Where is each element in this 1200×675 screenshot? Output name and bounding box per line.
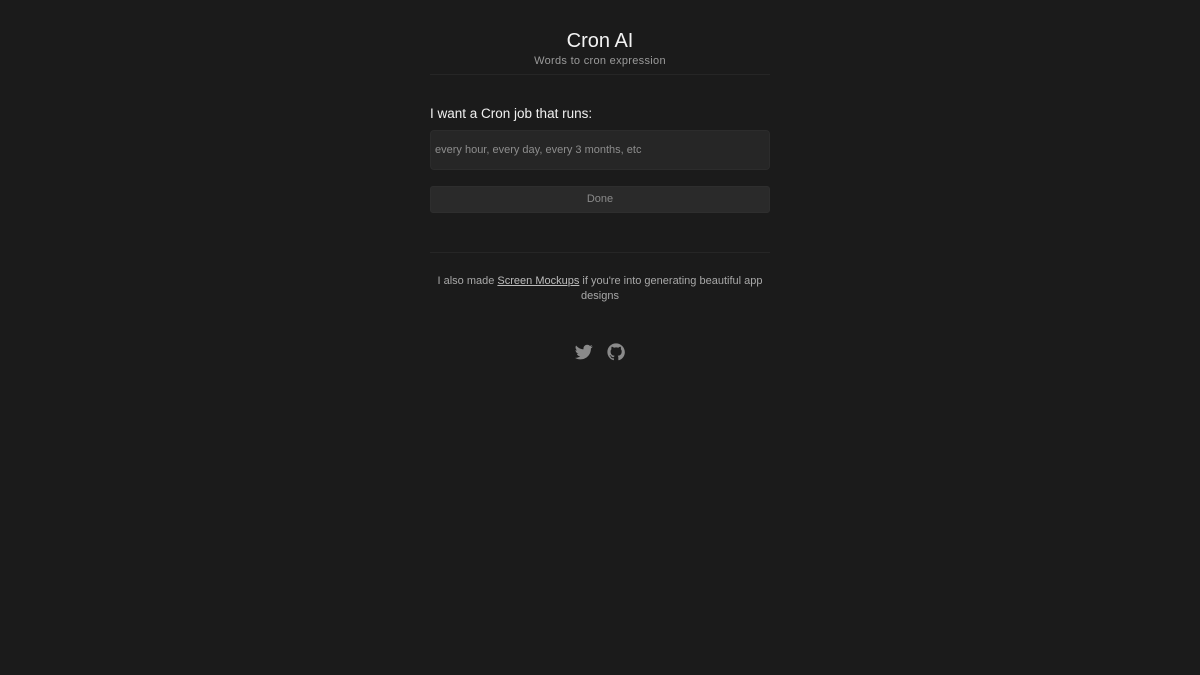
screen-mockups-link[interactable]: Screen Mockups — [497, 275, 579, 287]
footer-text-before: I also made — [437, 275, 498, 287]
social-links — [430, 343, 770, 361]
github-icon[interactable] — [607, 343, 625, 361]
twitter-icon[interactable] — [575, 343, 593, 361]
cron-input-label: I want a Cron job that runs: — [430, 106, 593, 121]
page-subtitle: Words to cron expression — [534, 55, 666, 67]
page-title: Cron AI — [566, 30, 634, 52]
footer-text: I also made Screen Mockups if you're int… — [430, 274, 770, 304]
cron-description-input[interactable] — [430, 130, 770, 170]
main-container: Cron AI Words to cron expression I want … — [430, 0, 770, 361]
page: Cron AI Words to cron expression I want … — [0, 0, 1200, 675]
footer-divider — [430, 252, 770, 253]
done-button[interactable]: Done — [430, 186, 770, 213]
footer-text-after: if you're into generating beautiful app … — [579, 275, 763, 302]
header: Cron AI Words to cron expression — [430, 0, 770, 75]
